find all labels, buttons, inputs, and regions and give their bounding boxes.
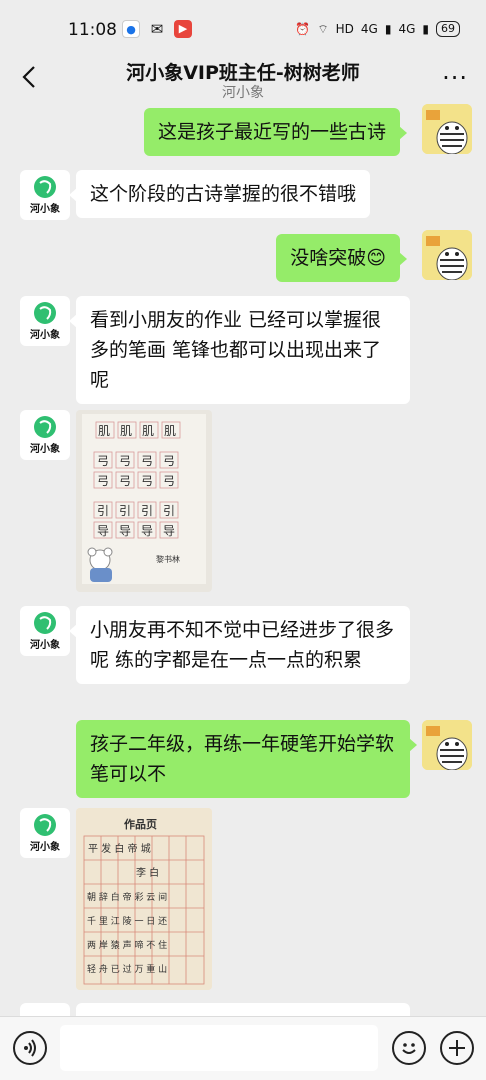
- svg-text:弓: 弓: [119, 474, 131, 488]
- user-avatar[interactable]: [422, 230, 472, 280]
- signal-bars-1-icon: ▮: [384, 22, 392, 36]
- status-time: 11:08: [68, 20, 117, 40]
- hd-label: HD: [335, 22, 354, 36]
- svg-text:引: 引: [119, 504, 131, 518]
- message-bubble-out[interactable]: 孩子二年级，再练一年硬笔开始学软笔可以不: [76, 720, 417, 798]
- message-text: 孩子二年级，再练一年硬笔开始学软笔可以不: [90, 733, 395, 785]
- chat-header: 河小象VIP班主任-树树老师 河小象 ···: [0, 54, 486, 104]
- plus-icon: [449, 1040, 465, 1056]
- message-bubble-partial: [76, 1003, 410, 1017]
- notification-icons: ● ✉ ▶: [122, 20, 192, 38]
- brand-avatar[interactable]: 河小象: [20, 410, 70, 460]
- svg-text:弓: 弓: [119, 454, 131, 468]
- char-row-4: 导: [97, 524, 109, 538]
- message-text: 小朋友再不知不觉中已经进步了很多呢 练的字都是在一点一点的积累: [90, 619, 395, 671]
- brand-avatar-label: 河小象: [30, 640, 60, 651]
- char-row-3: 引: [97, 504, 109, 518]
- message-text: 看到小朋友的作业 已经可以掌握很多的笔画 笔锋也都可以出现出来了呢: [90, 309, 382, 391]
- svg-text:肌: 肌: [120, 424, 132, 438]
- elephant-logo-icon: [34, 416, 56, 438]
- message-text: 没啥突破😊: [290, 247, 386, 269]
- brand-avatar-label: 河小象: [30, 204, 60, 215]
- user-avatar[interactable]: [422, 104, 472, 154]
- signal-1-label: 4G: [360, 22, 378, 36]
- svg-text:导: 导: [163, 524, 175, 538]
- brand-avatar-partial: [20, 1003, 70, 1017]
- svg-text:弓: 弓: [97, 474, 109, 488]
- message-bubble-out[interactable]: 没啥突破😊: [276, 234, 407, 282]
- message-bubble-in[interactable]: 小朋友再不知不觉中已经进步了很多呢 练的字都是在一点一点的积累: [69, 606, 410, 684]
- bear-sticker: [87, 547, 113, 582]
- message-text: 这个阶段的古诗掌握的很不错哦: [90, 183, 357, 205]
- elephant-logo-icon: [34, 612, 56, 634]
- input-bar: [0, 1016, 486, 1080]
- poem-work-photo[interactable]: 作品页 平 发 白 帝 城 李 白 朝 辞 白 帝 彩 云 间 千 里 江 陵 …: [76, 808, 212, 990]
- svg-text:导: 导: [141, 524, 153, 538]
- battery-indicator: 69: [436, 21, 460, 37]
- poem-line: 平 发 白 帝 城: [88, 842, 151, 855]
- signal-2-label: 4G: [398, 22, 416, 36]
- message-text: 这是孩子最近写的一些古诗: [157, 121, 386, 143]
- brand-avatar-label: 河小象: [30, 842, 60, 853]
- wifi-icon: ⌔: [317, 21, 329, 36]
- app-notification-icon: ●: [122, 20, 140, 38]
- char-row-1: 肌: [98, 424, 110, 438]
- svg-text:引: 引: [141, 504, 153, 518]
- status-bar: 11:08 ● ✉ ▶ ⏰ ⌔ HD 4G ▮ 4G ▮ 69: [0, 0, 486, 54]
- back-arrow-icon[interactable]: [16, 62, 46, 92]
- svg-text:弓: 弓: [163, 454, 175, 468]
- poem-line: 千 里 江 陵 一 日 还: [87, 915, 167, 927]
- brand-avatar[interactable]: 河小象: [20, 170, 70, 220]
- signal-bars-2-icon: ▮: [422, 22, 429, 36]
- message-input[interactable]: [60, 1025, 378, 1071]
- cartoon-avatar-icon: [422, 720, 472, 770]
- svg-text:引: 引: [163, 504, 175, 518]
- cartoon-avatar-icon: [422, 104, 472, 154]
- svg-text:弓: 弓: [141, 474, 153, 488]
- brand-avatar[interactable]: 河小象: [20, 808, 70, 858]
- more-options-icon[interactable]: ···: [442, 64, 468, 92]
- poem-line: 李 白: [136, 866, 159, 879]
- brand-avatar-label: 河小象: [30, 444, 60, 455]
- alarm-icon: ⏰: [295, 22, 311, 36]
- svg-text:弓: 弓: [163, 474, 175, 488]
- homework-sheet: 肌 肌 肌 肌 弓 弓 弓 弓 弓 弓 弓 弓 引 引 引 引 导 导 导 导 …: [82, 414, 206, 584]
- chat-subtitle: 河小象: [222, 85, 264, 101]
- student-signature: 黎书林: [156, 554, 180, 564]
- elephant-logo-icon: [34, 302, 56, 324]
- brand-avatar[interactable]: 河小象: [20, 606, 70, 656]
- char-row-2: 弓: [97, 454, 109, 468]
- poem-line: 两 岸 猿 声 啼 不 住: [87, 939, 167, 951]
- wechat-icon: ✉: [148, 20, 166, 38]
- elephant-logo-icon: [34, 176, 56, 198]
- user-avatar[interactable]: [422, 720, 472, 770]
- voice-input-button[interactable]: [13, 1031, 47, 1065]
- brand-avatar-label: 河小象: [30, 330, 60, 341]
- poem-sheet: 作品页 平 发 白 帝 城 李 白 朝 辞 白 帝 彩 云 间 千 里 江 陵 …: [76, 808, 212, 990]
- poem-line: 朝 辞 白 帝 彩 云 间: [87, 891, 167, 903]
- cartoon-avatar-icon: [422, 230, 472, 280]
- status-indicators: ⏰ ⌔ HD 4G ▮ 4G ▮ 69: [295, 21, 460, 37]
- message-bubble-out[interactable]: 这是孩子最近写的一些古诗: [143, 108, 408, 156]
- svg-text:肌: 肌: [142, 424, 154, 438]
- chat-title: 河小象VIP班主任-树树老师: [126, 62, 360, 84]
- more-functions-button[interactable]: [440, 1031, 474, 1065]
- brand-avatar[interactable]: 河小象: [20, 296, 70, 346]
- message-bubble-in[interactable]: 看到小朋友的作业 已经可以掌握很多的笔画 笔锋也都可以出现出来了呢: [69, 296, 410, 404]
- sheet-title: 作品页: [124, 817, 157, 831]
- message-bubble-in[interactable]: 这个阶段的古诗掌握的很不错哦: [68, 170, 371, 218]
- svg-text:弓: 弓: [141, 454, 153, 468]
- svg-text:导: 导: [119, 524, 131, 538]
- poem-line: 轻 舟 已 过 万 重 山: [87, 963, 167, 975]
- svg-text:肌: 肌: [164, 424, 176, 438]
- homework-photo[interactable]: 肌 肌 肌 肌 弓 弓 弓 弓 弓 弓 弓 弓 引 引 引 引 导 导 导 导 …: [76, 410, 212, 592]
- voice-icon: [24, 1039, 36, 1057]
- video-app-icon: ▶: [174, 20, 192, 38]
- smiley-icon: [402, 1043, 416, 1054]
- emoji-button[interactable]: [392, 1031, 426, 1065]
- elephant-logo-icon: [34, 814, 56, 836]
